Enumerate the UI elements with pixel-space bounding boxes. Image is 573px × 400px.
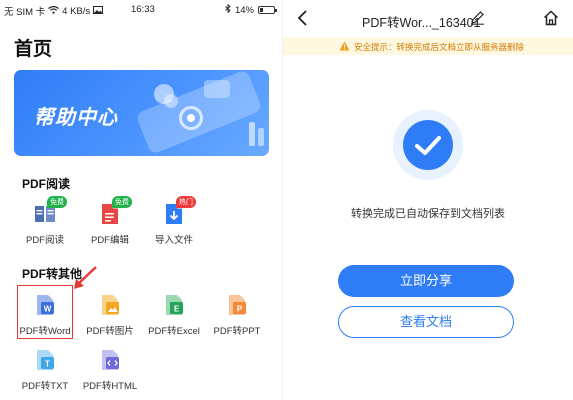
import-icon: 热门 — [163, 196, 196, 226]
bar-decoration — [249, 122, 255, 146]
red-arrow-icon — [72, 265, 98, 296]
banner-title: 帮助中心 — [34, 107, 118, 129]
battery-percent: 14% — [234, 4, 254, 16]
share-button[interactable]: 立即分享 — [338, 265, 514, 297]
home-icon[interactable] — [543, 10, 559, 31]
carrier-text: 无 SIM 卡 — [4, 7, 46, 18]
tool-pdf-to-ppt[interactable]: P PDF转PPT — [208, 293, 266, 337]
tool-label: PDF转Excel — [148, 326, 200, 337]
image-icon — [99, 293, 121, 317]
free-badge: 免费 — [112, 196, 132, 208]
user-icon-small — [164, 94, 178, 108]
svg-text:T: T — [45, 360, 50, 369]
success-icon — [393, 110, 463, 180]
bar-decoration-small — [258, 128, 264, 146]
html-icon — [99, 348, 121, 372]
tool-pdf-to-excel[interactable]: E PDF转Excel — [145, 293, 203, 337]
security-notice-text: 安全提示：转换完成后文档立即从服务器删除 — [354, 42, 525, 52]
battery-icon — [258, 6, 277, 14]
tool-label: PDF转TXT — [21, 381, 69, 392]
section-title-pdf-read: PDF阅读 — [22, 177, 71, 191]
document-title: PDF转Wor..._163401 — [362, 16, 481, 30]
tool-pdf-to-txt[interactable]: T PDF转TXT — [16, 348, 74, 392]
tool-label: 导入文件 — [154, 235, 193, 246]
excel-icon: E — [163, 293, 185, 317]
tool-label: PDF转HTML — [82, 381, 138, 392]
back-icon[interactable] — [297, 10, 309, 31]
header: PDF转Wor..._163401 — [283, 8, 573, 30]
status-bar: 无 SIM 卡 4 KB/s 16:33 14% — [0, 0, 283, 20]
tool-pdf-edit[interactable]: 免费 PDF编辑 — [81, 196, 139, 246]
clock: 16:33 — [131, 4, 155, 15]
home-screen: 无 SIM 卡 4 KB/s 16:33 14% 首页 帮助中心 PDF阅读 免… — [0, 0, 283, 400]
target-icon — [179, 106, 203, 130]
svg-text:E: E — [174, 305, 180, 314]
wifi-icon — [48, 5, 60, 17]
edit-icon[interactable] — [470, 10, 485, 30]
book-icon: 免费 — [34, 196, 67, 226]
tool-import-file[interactable]: 热门 导入文件 — [145, 196, 203, 246]
photo-icon — [93, 5, 104, 17]
highlight-box — [17, 285, 73, 339]
result-screen: PDF转Wor..._163401 安全提示：转换完成后文档立即从服务器删除 转… — [283, 0, 573, 400]
tool-label: PDF转PPT — [213, 326, 261, 337]
tool-label: PDF编辑 — [90, 235, 129, 246]
warning-icon — [339, 41, 350, 53]
txt-icon: T — [34, 348, 56, 372]
hot-badge: 热门 — [176, 196, 196, 208]
pdf-edit-icon: 免费 — [99, 196, 132, 226]
tool-pdf-read[interactable]: 免费 PDF阅读 — [16, 196, 74, 246]
view-document-button[interactable]: 查看文档 — [338, 306, 514, 338]
svg-text:P: P — [237, 305, 243, 314]
tool-pdf-to-image[interactable]: PDF转图片 — [81, 293, 139, 337]
help-center-banner[interactable]: 帮助中心 — [14, 70, 269, 156]
bluetooth-icon — [225, 3, 231, 16]
page-title: 首页 — [14, 39, 53, 60]
chat-bubble-icon — [204, 80, 230, 98]
tool-label: PDF阅读 — [25, 235, 64, 246]
tool-label: PDF转图片 — [86, 326, 134, 337]
security-notice: 安全提示：转换完成后文档立即从服务器删除 — [283, 37, 573, 55]
success-message: 转换完成已自动保存到文档列表 — [351, 208, 505, 220]
tool-pdf-to-html[interactable]: PDF转HTML — [81, 348, 139, 392]
network-speed: 4 KB/s — [62, 5, 91, 17]
ppt-icon: P — [226, 293, 248, 317]
free-badge: 免费 — [47, 196, 67, 208]
